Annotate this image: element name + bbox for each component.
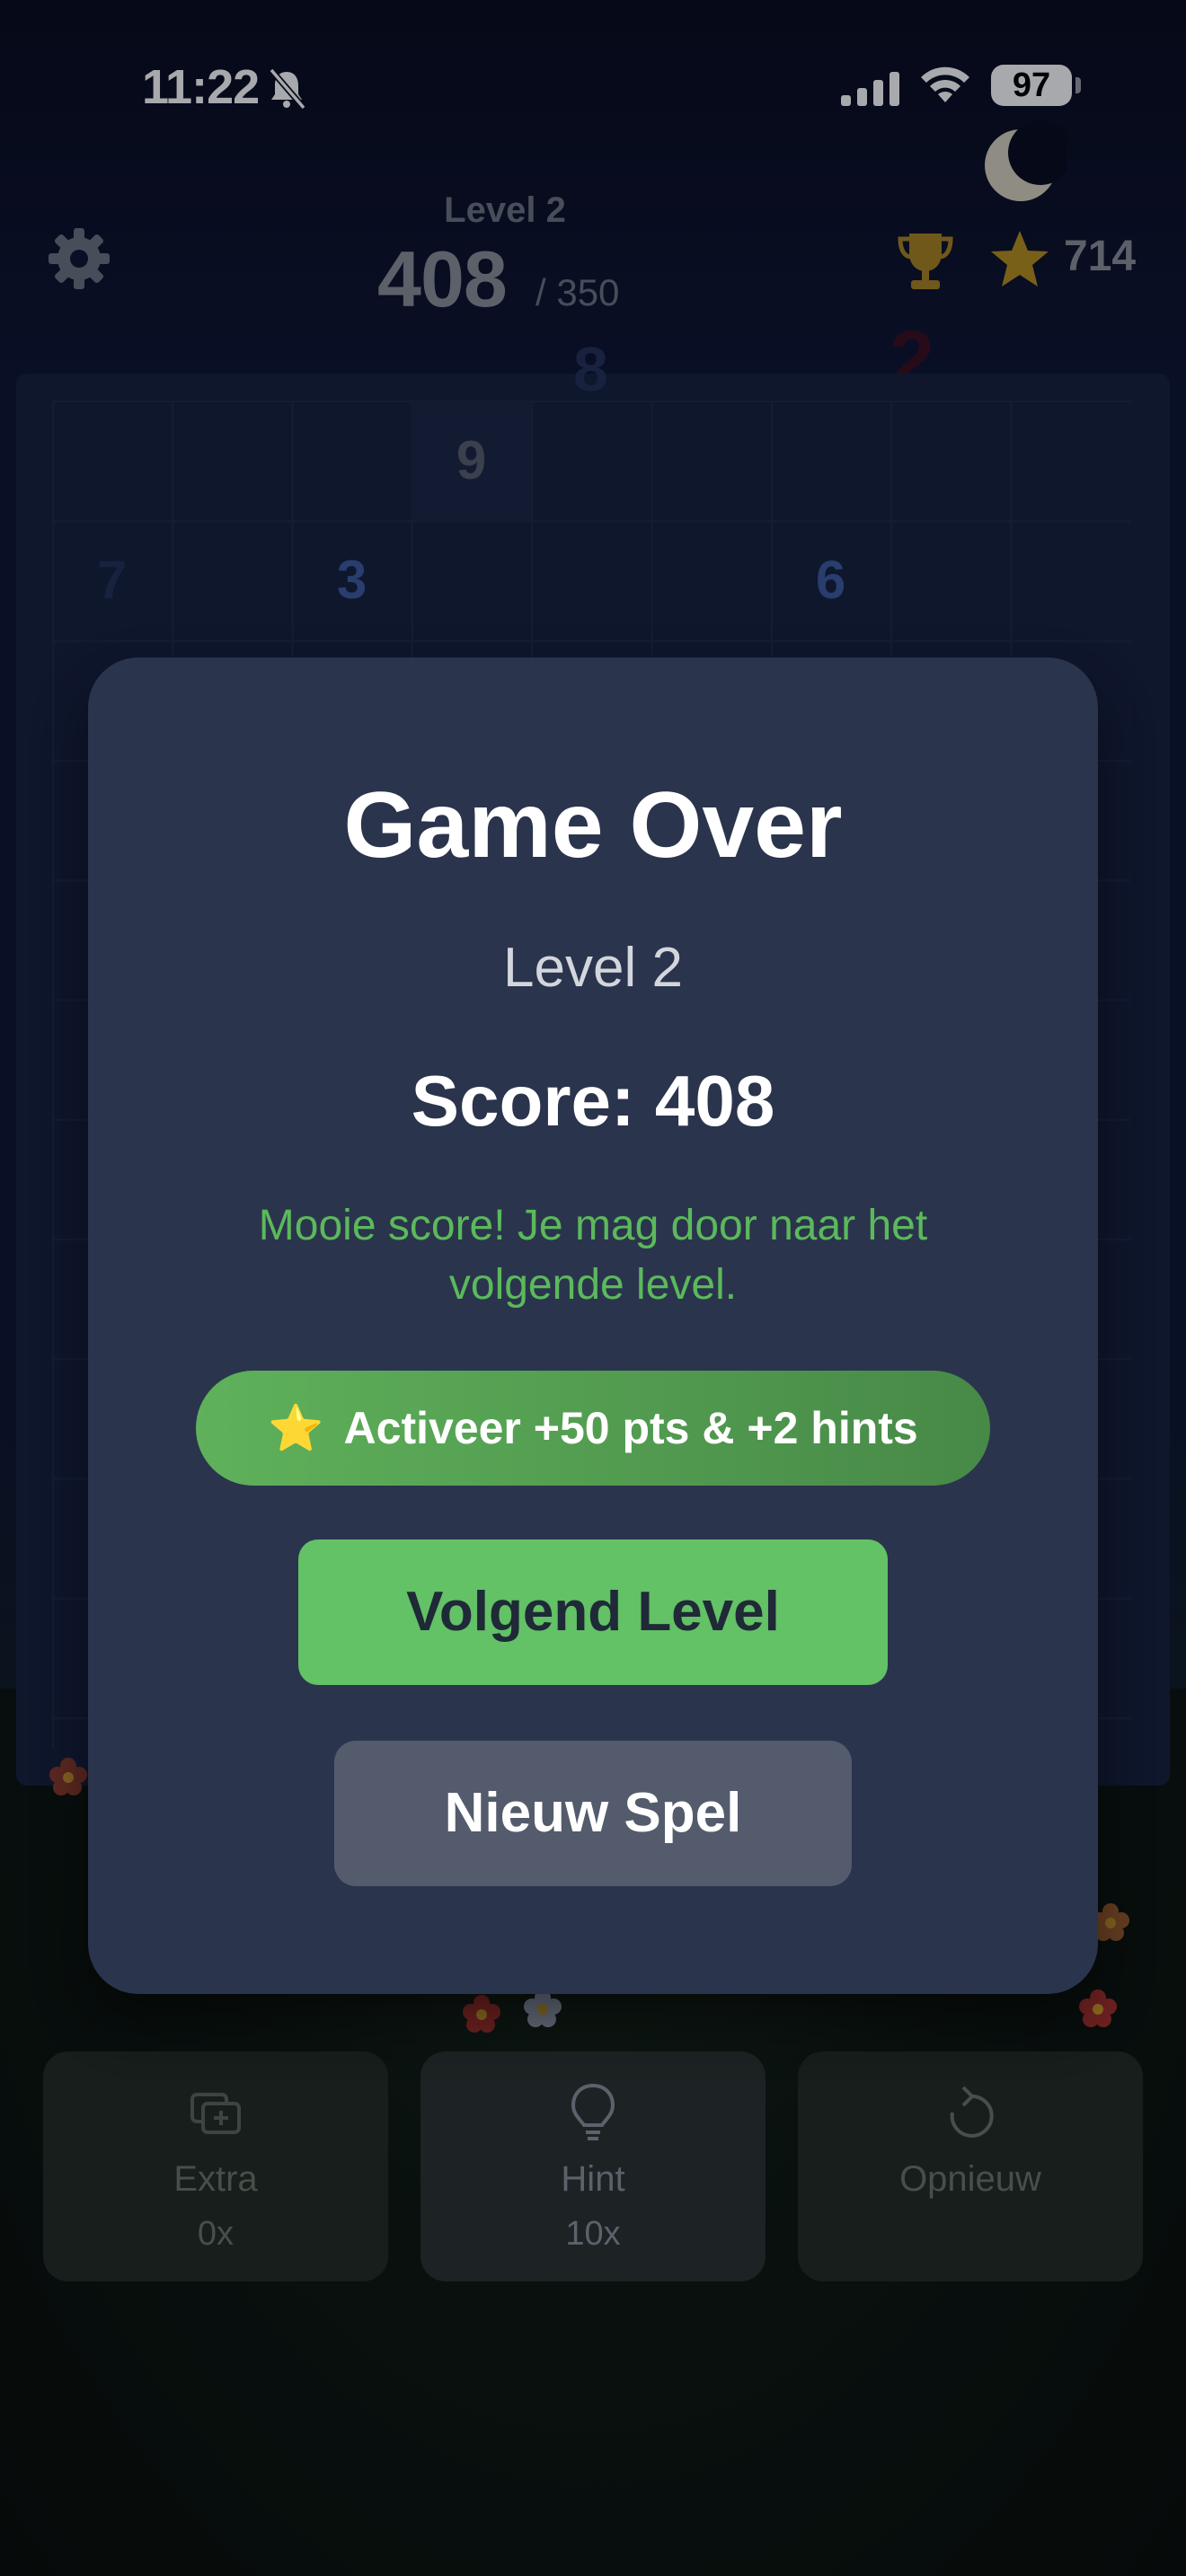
next-level-button[interactable]: Volgend Level bbox=[298, 1539, 888, 1685]
dialog-score: Score: 408 bbox=[411, 1061, 775, 1141]
new-game-button[interactable]: Nieuw Spel bbox=[334, 1741, 852, 1886]
dialog-title: Game Over bbox=[343, 773, 843, 878]
activate-bonus-button[interactable]: ⭐ Activeer +50 pts & +2 hints bbox=[196, 1371, 990, 1486]
dialog-level: Level 2 bbox=[503, 937, 683, 999]
star-emoji-icon: ⭐ bbox=[268, 1403, 324, 1453]
activate-bonus-label: Activeer +50 pts & +2 hints bbox=[343, 1403, 918, 1453]
dialog-message: Mooie score! Je mag door naar het volgen… bbox=[258, 1202, 928, 1309]
game-over-dialog: Game Over Level 2 Score: 408 Mooie score… bbox=[88, 657, 1098, 1994]
